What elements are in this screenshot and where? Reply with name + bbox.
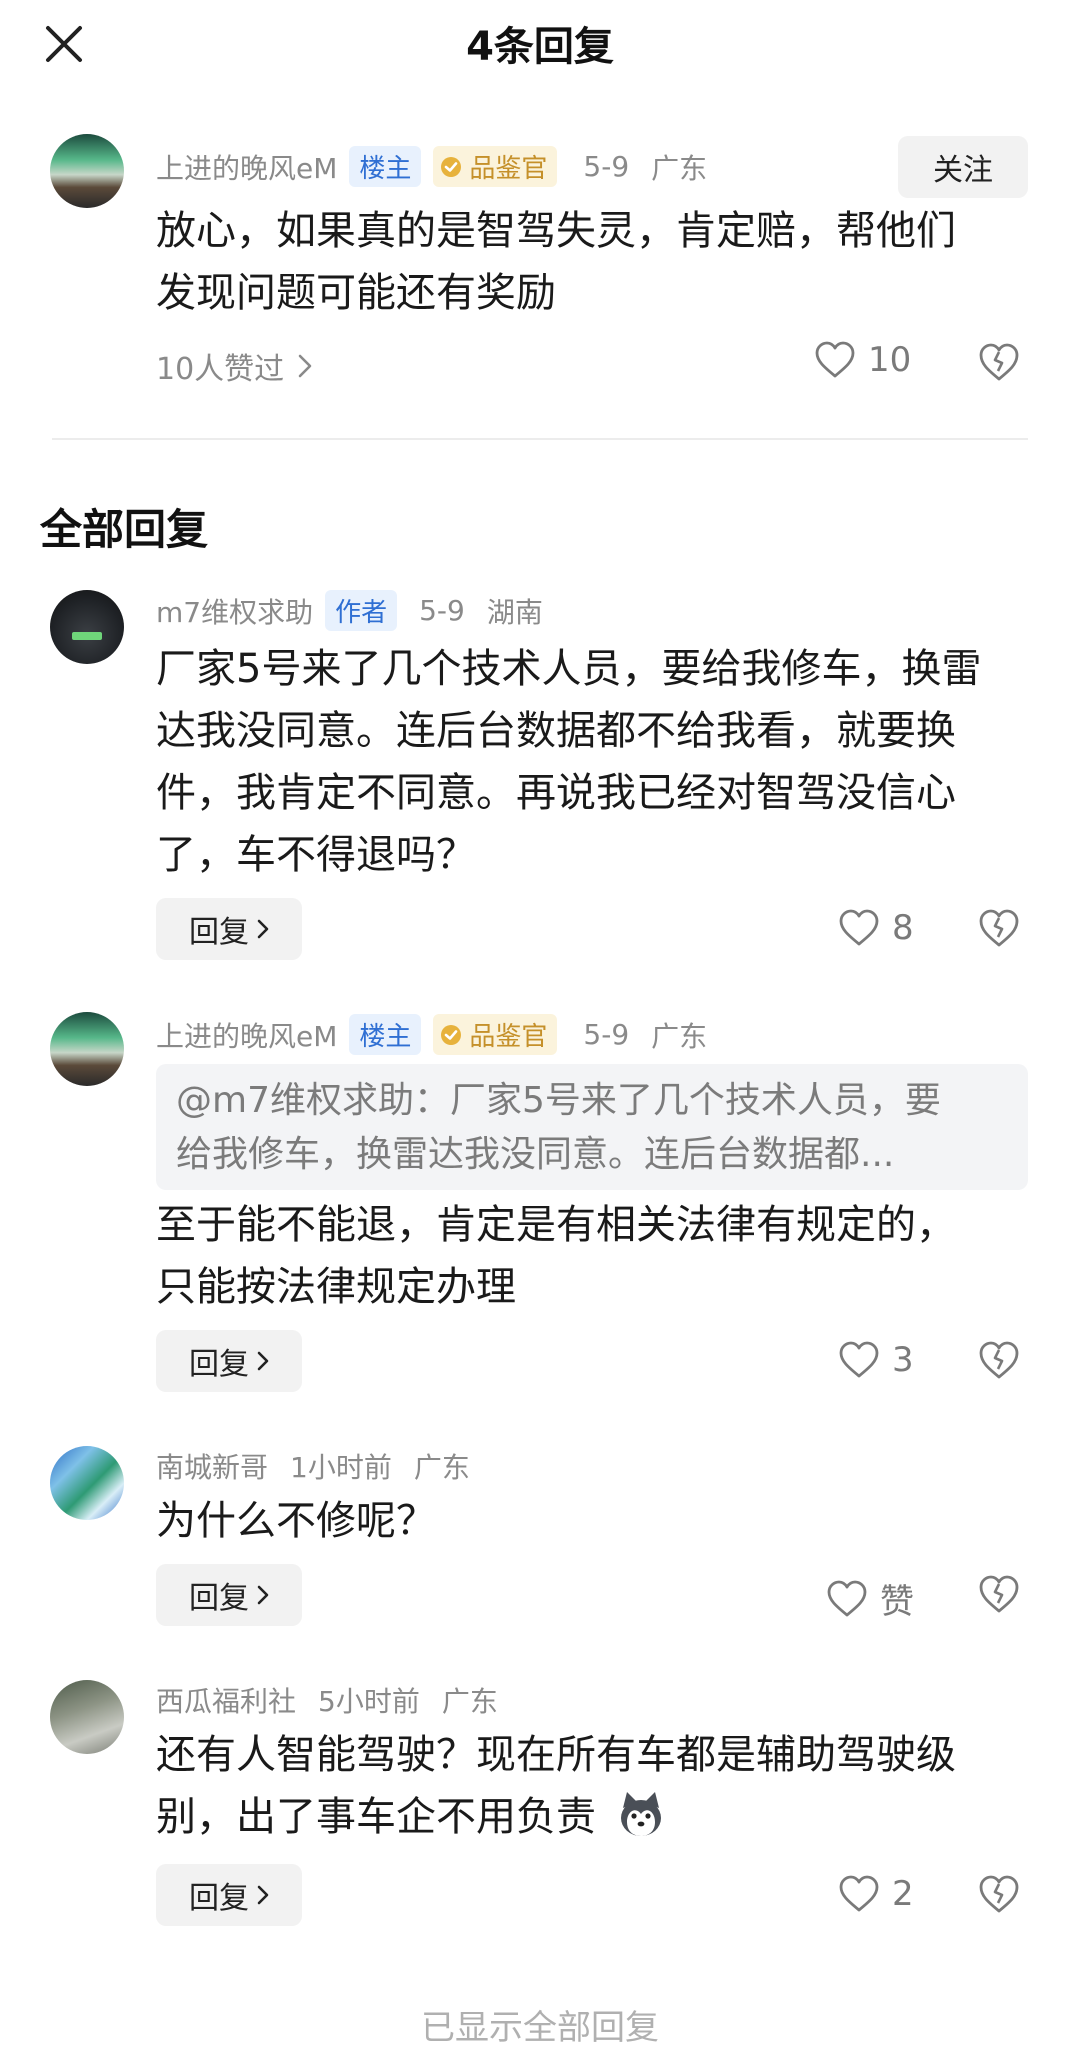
dislike-icon[interactable] [978, 1574, 1020, 1614]
like-count: 3 [892, 1340, 914, 1380]
like-count: 赞 [880, 1582, 914, 1622]
comment-time: 5小时前 [318, 1685, 420, 1718]
heart-icon [839, 1341, 879, 1378]
comment-location: 广东 [651, 151, 708, 185]
username[interactable]: 上进的晚风eM [156, 1015, 337, 1055]
comment-text-line: 至于能不能退，肯定是有相关法律有规定的， [156, 1202, 956, 1248]
husky-emoji [620, 1792, 661, 1836]
comment-text-line: 放心，如果真的是智驾失灵，肯定赔，帮他们 [156, 208, 956, 254]
dislike-icon[interactable] [978, 342, 1020, 382]
avatar[interactable] [50, 1012, 124, 1086]
like-count: 10 [868, 340, 912, 380]
avatar[interactable] [50, 1680, 124, 1754]
comment-text-line: 还有人智能驾驶？现在所有车都是辅助驾驶级 [156, 1732, 956, 1778]
section-title: 全部回复 [40, 505, 209, 554]
comment-text-line: 厂家5号来了几个技术人员，要给我修车，换雷 [156, 646, 982, 692]
liked-by-label: 10人赞过 [156, 352, 285, 387]
header-bar: 4条回复 [0, 0, 1080, 90]
reply-label: 回复 [189, 1347, 249, 1382]
reviewer-badge: 品鉴官 [433, 1014, 558, 1055]
chevron-right-icon [257, 1351, 269, 1371]
comment-location: 广东 [413, 1451, 470, 1484]
quoted-text-line: @m7维权求助：厂家5号来了几个技术人员，要 [176, 1080, 941, 1121]
like-button[interactable]: 8 [838, 908, 914, 948]
like-button[interactable]: 10 [814, 340, 911, 380]
reply-label: 回复 [189, 1881, 249, 1916]
like-button[interactable]: 3 [838, 1340, 914, 1380]
reply-button[interactable]: 回复 [156, 1564, 302, 1626]
comment-date: 5-9 [419, 594, 465, 627]
comment-text-line: 别，出了事车企不用负责 [156, 1794, 596, 1840]
comment-meta: m7维权求助 作者 5-9 湖南 [156, 590, 543, 631]
username[interactable]: 上进的晚风eM [156, 147, 337, 187]
avatar[interactable] [50, 590, 124, 664]
reviewer-badge-label: 品鉴官 [469, 154, 548, 184]
comment-text-line: 了，车不得退吗？ [156, 832, 476, 878]
comment-meta: 上进的晚风eM 楼主 品鉴官 5-9 广东 [156, 1014, 707, 1055]
reply-button[interactable]: 回复 [156, 1864, 302, 1926]
page-title: 4条回复 [466, 24, 614, 70]
chevron-right-icon [257, 919, 269, 939]
like-button[interactable]: 赞 [826, 1574, 914, 1623]
heart-icon [839, 1875, 879, 1912]
comment-text[interactable]: 还有人智能驾驶？现在所有车都是辅助驾驶级 别，出了事车企不用负责 [156, 1724, 1036, 1848]
heart-icon [827, 1580, 867, 1616]
end-of-list-text: 已显示全部回复 [421, 2008, 659, 2048]
owner-badge: 楼主 [349, 146, 422, 187]
comment-time: 1小时前 [290, 1451, 392, 1484]
reviewer-badge: 品鉴官 [433, 146, 558, 187]
reply-label: 回复 [189, 915, 249, 950]
reply-button[interactable]: 回复 [156, 1330, 302, 1392]
comment-meta: 南城新哥 1小时前 广东 [156, 1446, 470, 1486]
follow-button[interactable]: 关注 [898, 136, 1028, 198]
comment-text-line: 只能按法律规定办理 [156, 1264, 516, 1310]
dislike-icon[interactable] [978, 908, 1020, 948]
badge-check-icon [441, 1024, 462, 1045]
chevron-right-icon [298, 354, 312, 378]
heart-icon [839, 909, 879, 946]
avatar[interactable] [50, 1446, 124, 1520]
liked-by-link[interactable]: 10人赞过 [156, 344, 312, 388]
username[interactable]: 西瓜福利社 [156, 1680, 296, 1720]
chevron-right-icon [257, 1885, 269, 1905]
comment-location: 广东 [651, 1019, 708, 1053]
badge-check-icon [441, 156, 462, 177]
username[interactable]: m7维权求助 [156, 591, 313, 631]
quoted-text: @m7维权求助：厂家5号来了几个技术人员，要 给我修车，换雷达我没同意。连后台数… [176, 1074, 1006, 1182]
like-button[interactable]: 2 [838, 1874, 914, 1914]
dislike-icon[interactable] [978, 1340, 1020, 1380]
comment-text[interactable]: 为什么不修呢？ [156, 1490, 1036, 1552]
comment-text[interactable]: 放心，如果真的是智驾失灵，肯定赔，帮他们 发现问题可能还有奖励 [156, 200, 1036, 324]
comment-location: 广东 [441, 1685, 498, 1718]
comment-meta: 西瓜福利社 5小时前 广东 [156, 1680, 498, 1720]
like-count: 2 [892, 1874, 914, 1914]
username[interactable]: 南城新哥 [156, 1446, 268, 1486]
author-badge: 作者 [325, 590, 398, 631]
quoted-reply[interactable]: @m7维权求助：厂家5号来了几个技术人员，要 给我修车，换雷达我没同意。连后台数… [156, 1064, 1028, 1190]
comment-text-line: 发现问题可能还有奖励 [156, 270, 556, 316]
comment-text-line: 达我没同意。连后台数据都不给我看，就要换 [156, 708, 956, 754]
reviewer-badge-label: 品鉴官 [469, 1022, 548, 1052]
comment-text[interactable]: 厂家5号来了几个技术人员，要给我修车，换雷 达我没同意。连后台数据都不给我看，就… [156, 638, 1036, 886]
comment-meta: 上进的晚风eM 楼主 品鉴官 5-9 广东 [156, 146, 707, 187]
comment-text-line-with-emoji: 别，出了事车企不用负责 [156, 1786, 1036, 1848]
quoted-text-line: 给我修车，换雷达我没同意。连后台数据都... [176, 1134, 895, 1175]
comment-text-line: 为什么不修呢？ [156, 1498, 436, 1544]
chevron-right-icon [257, 1585, 269, 1605]
comment-date: 5-9 [583, 150, 630, 183]
dislike-icon[interactable] [978, 1874, 1020, 1914]
comment-text[interactable]: 至于能不能退，肯定是有相关法律有规定的， 只能按法律规定办理 [156, 1194, 1036, 1318]
comment-location: 湖南 [486, 595, 543, 629]
heart-icon [815, 341, 855, 378]
reply-label: 回复 [189, 1581, 249, 1616]
comment-text-line: 件，我肯定不同意。再说我已经对智驾没信心 [156, 770, 956, 816]
divider [52, 438, 1028, 440]
comment-date: 5-9 [583, 1018, 630, 1051]
owner-badge: 楼主 [349, 1014, 422, 1055]
like-count: 8 [892, 908, 914, 948]
reply-button[interactable]: 回复 [156, 898, 302, 960]
avatar[interactable] [50, 134, 124, 208]
